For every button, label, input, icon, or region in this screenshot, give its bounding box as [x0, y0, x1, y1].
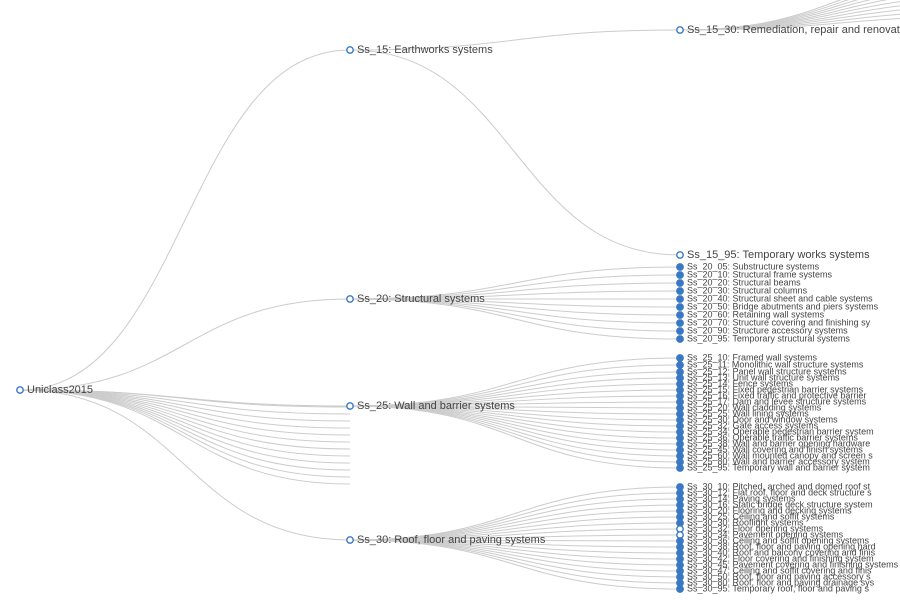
root-node[interactable]: Uniclass2015 [17, 384, 93, 396]
node-toggle-icon[interactable] [677, 27, 683, 33]
node-toggle-icon[interactable] [677, 312, 683, 318]
branch-node[interactable]: Ss_25: Wall and barrier systems [347, 400, 516, 412]
node-toggle-icon[interactable] [677, 328, 683, 334]
node-label: Ss_25_95: Temporary wall and barrier sys… [687, 462, 870, 472]
node-toggle-icon[interactable] [677, 320, 683, 326]
leaf-node[interactable]: Ss_25_95: Temporary wall and barrier sys… [677, 462, 870, 472]
node-toggle-icon[interactable] [347, 296, 353, 302]
leaf-node[interactable]: Ss_30_95: Temporary roof, floor and pavi… [677, 583, 870, 593]
node-toggle-icon[interactable] [347, 537, 353, 543]
node-toggle-icon[interactable] [677, 586, 683, 592]
branch-node[interactable]: Ss_20: Structural systems [347, 293, 485, 305]
node-toggle-icon[interactable] [677, 280, 683, 286]
node-label: Ss_20: Structural systems [357, 293, 485, 305]
node-label: Ss_30_95: Temporary roof, floor and pavi… [687, 583, 869, 593]
node-toggle-icon[interactable] [677, 355, 683, 361]
node-label: Uniclass2015 [27, 384, 93, 396]
leaf-node[interactable]: Ss_20_95: Temporary structural systems [677, 333, 851, 343]
node-label: Ss_25: Wall and barrier systems [357, 400, 515, 412]
node-toggle-icon[interactable] [677, 336, 683, 342]
node-toggle-icon[interactable] [677, 288, 683, 294]
tree-edge [350, 299, 680, 339]
node-toggle-icon[interactable] [677, 304, 683, 310]
classification-tree-diagram[interactable]: Uniclass2015 Ss_15: Earthworks systems Ss_… [0, 0, 900, 600]
node-toggle-icon[interactable] [17, 387, 23, 393]
branch-node[interactable]: Ss_15: Earthworks systems [347, 44, 493, 56]
tree-edge [20, 299, 350, 390]
tree-edge [350, 406, 680, 462]
node-toggle-icon[interactable] [677, 264, 683, 270]
node-label: Ss_15_30: Remediation, repair and renova… [687, 24, 900, 36]
node-toggle-icon[interactable] [677, 296, 683, 302]
node-label: Ss_30: Roof, floor and paving systems [357, 534, 546, 546]
tree-edge [350, 50, 680, 255]
tree-edge [20, 390, 350, 484]
tree-edge [350, 358, 680, 406]
node-label: Ss_15: Earthworks systems [357, 44, 493, 56]
tree-edge [20, 50, 350, 390]
branch-node[interactable]: Ss_30: Roof, floor and paving systems [347, 534, 546, 546]
node-label: Ss_20_95: Temporary structural systems [687, 333, 850, 343]
leaf-node[interactable]: Ss_15_30: Remediation, repair and renova… [677, 24, 900, 36]
node-toggle-icon[interactable] [677, 465, 683, 471]
tree-edge [20, 390, 350, 456]
tree-edge [20, 390, 350, 435]
node-toggle-icon[interactable] [677, 252, 683, 258]
node-toggle-icon[interactable] [347, 47, 353, 53]
node-label: Ss_15_95: Temporary works systems [687, 249, 870, 261]
leaf-node[interactable]: Ss_15_95: Temporary works systems [677, 249, 870, 261]
node-toggle-icon[interactable] [677, 362, 683, 368]
node-toggle-icon[interactable] [677, 272, 683, 278]
node-toggle-icon[interactable] [347, 403, 353, 409]
